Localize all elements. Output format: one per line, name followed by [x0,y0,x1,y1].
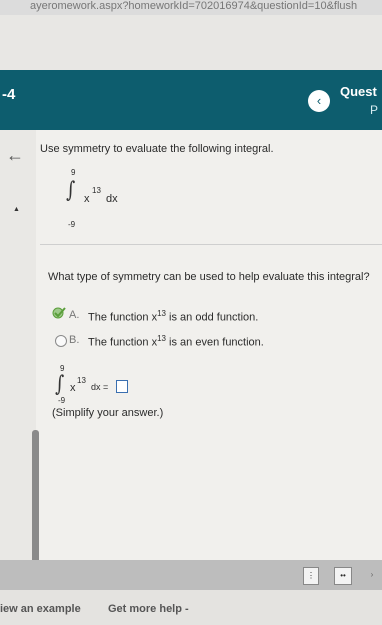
integral-upper-limit: 9 [71,168,76,177]
check-icon [52,307,66,319]
answer-integrand-exponent: 13 [77,376,86,385]
scroll-up-icon[interactable]: ▲ [13,206,20,213]
tool-button-1[interactable]: ⋮ [303,567,319,585]
question-number: -4 [2,86,16,103]
blank-area [0,15,382,70]
answer-lower-limit: -9 [58,396,66,405]
header-title: Quest [340,84,377,99]
back-arrow-icon[interactable]: ← [6,145,24,166]
option-a-text[interactable]: The function x13 is an odd function. [88,309,258,324]
tool-button-2[interactable]: •• [334,567,352,585]
tool-icon: •• [340,571,346,580]
integral-sign: ∫ [66,178,76,203]
integrand-exponent: 13 [92,186,101,195]
integral-lower-limit: -9 [68,220,76,229]
left-gutter [0,130,36,570]
view-example-link[interactable]: iew an example [0,603,81,615]
option-b-text[interactable]: The function x13 is an even function. [88,334,264,349]
divider [40,244,382,245]
option-a-radio[interactable] [52,306,66,319]
option-a-exponent: 13 [157,309,166,318]
option-a-letter: A. [69,309,80,321]
option-b-letter: B. [69,334,80,346]
previous-question-button[interactable]: ‹ [308,90,330,112]
header-subtitle: P [370,103,379,117]
tool-icon: ⋮ [307,571,315,580]
option-b-exponent: 13 [157,334,166,343]
integral-dx: dx [106,193,118,205]
answer-integrand-base: x [70,382,76,394]
chevron-left-icon: ‹ [316,93,322,108]
simplify-note: (Simplify your answer.) [52,407,164,419]
get-more-help-link[interactable]: Get more help - [108,603,189,615]
answer-dx: dx = [91,382,109,392]
question-prompt: Use symmetry to evaluate the following i… [40,143,274,155]
answer-integral-sign: ∫ [55,372,65,397]
tool-bar [0,560,382,590]
sub-prompt: What type of symmetry can be used to hel… [48,271,370,283]
option-b-radio[interactable] [55,335,67,347]
address-bar[interactable]: ayeromework.aspx?homeworkId=702016974&qu… [0,0,382,15]
tool-icon: › [370,570,374,579]
integrand-base: x [84,193,90,205]
answer-input[interactable] [116,380,128,393]
scrollbar[interactable] [32,430,39,570]
tool-button-3[interactable]: › [364,567,380,583]
